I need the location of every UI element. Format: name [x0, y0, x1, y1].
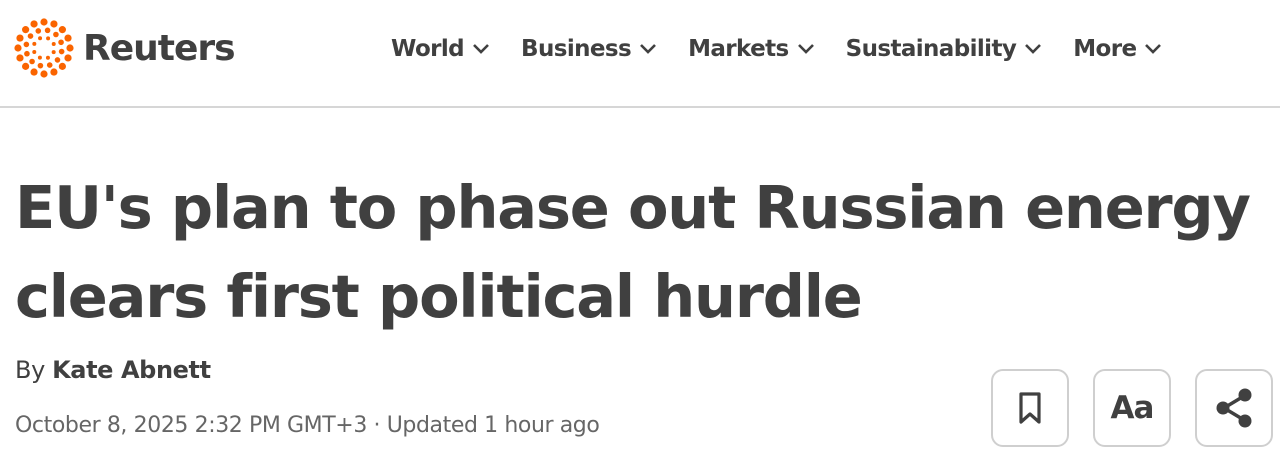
byline-prefix: By [15, 356, 45, 384]
nav-item-world[interactable]: World [391, 30, 490, 68]
chevron-down-icon [473, 44, 489, 54]
author-link[interactable]: Kate Abnett [52, 356, 211, 384]
nav-item-label: Business [521, 36, 632, 62]
nav-item-label: More [1073, 36, 1137, 62]
byline: By Kate Abnett [15, 356, 211, 384]
bookmark-button[interactable] [991, 369, 1069, 447]
nav-item-business[interactable]: Business [521, 30, 657, 68]
reuters-logo[interactable]: Reuters [13, 17, 236, 79]
date-separator: · [373, 413, 381, 438]
site-header: Reuters World Business Markets Sustainab… [0, 0, 1280, 108]
share-icon [1216, 388, 1252, 428]
nav-item-sustainability[interactable]: Sustainability [846, 30, 1043, 68]
published-date: October 8, 2025 2:32 PM GMT+3 [15, 413, 367, 438]
reuters-logo-icon [14, 18, 74, 78]
nav-item-more[interactable]: More [1073, 30, 1162, 68]
chevron-down-icon [640, 44, 657, 54]
bookmark-icon [1019, 392, 1041, 424]
chevron-down-icon [797, 44, 814, 54]
main-nav: World Business Markets Sustainability Mo… [391, 30, 1193, 68]
nav-item-label: Sustainability [845, 36, 1017, 62]
nav-item-label: Markets [688, 36, 789, 62]
text-size-label: Aa [1110, 390, 1155, 426]
updated-time: Updated 1 hour ago [386, 413, 600, 438]
article-dateline: October 8, 2025 2:32 PM GMT+3 · Updated … [15, 413, 600, 438]
brand-name: Reuters [83, 27, 236, 69]
nav-item-label: World [391, 36, 465, 62]
chevron-down-icon [1025, 44, 1042, 54]
article-headline: EU's plan to phase out Russian energy cl… [15, 173, 1251, 331]
nav-item-markets[interactable]: Markets [688, 30, 815, 68]
chevron-down-icon [1145, 44, 1162, 54]
text-size-button[interactable]: Aa [1093, 369, 1171, 447]
share-button[interactable] [1195, 369, 1273, 447]
